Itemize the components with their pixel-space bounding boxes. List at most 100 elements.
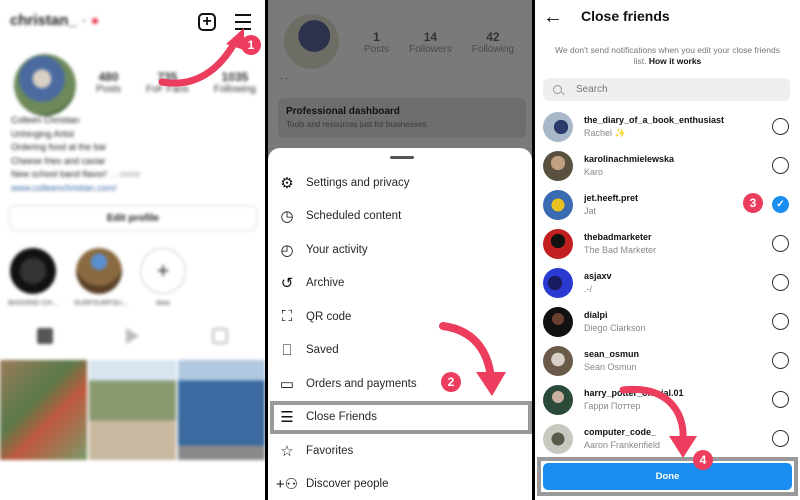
select-radio[interactable] bbox=[772, 235, 789, 252]
clock-icon: ◷ bbox=[280, 208, 294, 225]
friend-row[interactable]: sean_osmun Sean Osmun bbox=[535, 341, 800, 380]
profile-avatar[interactable] bbox=[14, 54, 76, 116]
checked-radio[interactable]: ✓ bbox=[772, 196, 789, 213]
friend-name: Jat bbox=[584, 206, 597, 216]
menu-item-label: Orders and payments bbox=[306, 377, 417, 390]
story-highlight[interactable]: BASHING CH... bbox=[8, 248, 58, 307]
friend-row[interactable]: harry_potter_official.01 Гарри Поттер bbox=[535, 380, 800, 419]
stat-posts[interactable]: 480 Posts bbox=[96, 70, 121, 95]
avatar bbox=[543, 228, 573, 259]
chevron-down-icon[interactable]: ⌄ bbox=[80, 14, 88, 25]
qr-code-icon: ⛶ bbox=[281, 308, 293, 325]
profile-stats: 1 Posts 14 Followers 42 Following bbox=[364, 30, 514, 55]
friend-row[interactable]: computer_code_ Aaron Frankenfield bbox=[535, 419, 800, 458]
search-field[interactable] bbox=[543, 78, 790, 101]
professional-dashboard[interactable]: Professional dashboard Tools and resourc… bbox=[278, 98, 526, 138]
card-icon: ▭ bbox=[279, 375, 295, 393]
avatar bbox=[543, 306, 573, 337]
friend-row[interactable]: thebadmarketer The Bad Marketer bbox=[535, 224, 800, 263]
bio-more-link[interactable]: ... more bbox=[110, 169, 141, 179]
friend-username: asjaxv bbox=[584, 271, 612, 281]
edit-profile-button[interactable]: Edit profile bbox=[9, 205, 257, 231]
avatar bbox=[543, 345, 573, 376]
friend-username: sean_osmun bbox=[584, 349, 640, 359]
stat-followers[interactable]: 735 FoF Fans bbox=[146, 70, 189, 95]
menu-item-label: Favorites bbox=[306, 444, 354, 457]
post-thumbnail[interactable] bbox=[89, 360, 176, 460]
profile-stats: 480 Posts 735 FoF Fans 1035 Following bbox=[96, 70, 256, 95]
back-arrow-icon[interactable]: ← bbox=[543, 6, 563, 29]
info-note: We don't send notifications when you edi… bbox=[555, 45, 780, 66]
menu-item-your-activity[interactable]: ◴ Your activity bbox=[268, 233, 532, 266]
done-highlight: Done bbox=[537, 457, 798, 496]
friend-name: .-/ bbox=[584, 284, 592, 294]
friend-name: The Bad Marketer bbox=[584, 245, 657, 255]
search-input[interactable] bbox=[576, 84, 756, 95]
friend-name: Diego Clarkson bbox=[584, 323, 646, 333]
menu-item-label: Archive bbox=[306, 277, 345, 289]
menu-item-label: Your activity bbox=[306, 243, 368, 256]
menu-item-label: Discover people bbox=[306, 478, 389, 490]
step-badge: 3 bbox=[743, 193, 763, 213]
friend-username: thebadmarketer bbox=[584, 232, 652, 242]
stat-following[interactable]: 1035 Following bbox=[214, 70, 256, 95]
menu-item-settings-and-privacy[interactable]: ⚙ Settings and privacy bbox=[268, 166, 532, 199]
how-it-works-link[interactable]: How it works bbox=[649, 56, 701, 66]
new-post-icon[interactable]: + bbox=[198, 13, 216, 31]
menu-item-label: Close Friends bbox=[306, 411, 377, 423]
menu-item-archive[interactable]: ↺ Archive bbox=[268, 267, 532, 300]
select-radio[interactable] bbox=[772, 118, 789, 135]
display-name: - - bbox=[280, 74, 288, 83]
new-highlight-button[interactable]: + New bbox=[138, 248, 188, 307]
menu-item-close-friends[interactable]: ☰ Close Friends bbox=[270, 400, 532, 434]
friend-row[interactable]: the_diary_of_a_book_enthusiast Rachel ✨ bbox=[535, 107, 800, 146]
avatar bbox=[543, 267, 573, 298]
bio-link[interactable]: www.colleenchristian.com/ bbox=[11, 182, 140, 196]
profile-tabs bbox=[0, 328, 265, 344]
hamburger-menu-icon[interactable] bbox=[234, 14, 252, 30]
friend-username: the_diary_of_a_book_enthusiast bbox=[584, 114, 725, 125]
menu-item-saved[interactable]: ⎕ Saved bbox=[268, 334, 532, 367]
post-thumbnail[interactable] bbox=[0, 360, 87, 460]
menu-item-orders-and-payments[interactable]: ▭ Orders and payments bbox=[268, 367, 532, 400]
friend-username: karolinachmielewska bbox=[584, 154, 675, 164]
friend-username: computer_code_ bbox=[584, 427, 657, 437]
avatar bbox=[543, 384, 573, 415]
friend-row[interactable]: karolinachmielewska Karo bbox=[535, 146, 800, 185]
friend-row[interactable]: asjaxv .-/ bbox=[535, 263, 800, 302]
select-radio[interactable] bbox=[772, 391, 789, 408]
profile-bio: Colleen Christian Unhinging Artist Order… bbox=[11, 114, 140, 195]
select-radio[interactable] bbox=[772, 313, 789, 330]
avatar bbox=[543, 423, 573, 454]
menu-item-qr-code[interactable]: ⛶ QR code bbox=[268, 300, 532, 333]
friend-row[interactable]: dialpi Diego Clarkson bbox=[535, 302, 800, 341]
menu-item-label: Saved bbox=[306, 344, 339, 356]
done-button[interactable]: Done bbox=[543, 463, 792, 490]
friend-name: Rachel ✨ bbox=[584, 127, 626, 138]
bookmark-icon: ⎕ bbox=[282, 341, 292, 359]
menu-item-scheduled-content[interactable]: ◷ Scheduled content bbox=[268, 200, 532, 233]
menu-screen: 1 Posts 14 Followers 42 Following - - Profe… bbox=[268, 0, 532, 500]
friend-name: Гарри Поттер bbox=[584, 401, 641, 411]
archive-icon: ↺ bbox=[280, 275, 294, 292]
reels-icon[interactable] bbox=[125, 328, 139, 344]
menu-item-discover-people[interactable]: +⚇ Discover people bbox=[268, 468, 532, 500]
select-radio[interactable] bbox=[772, 430, 789, 447]
select-radio[interactable] bbox=[772, 352, 789, 369]
page-title: Close friends bbox=[581, 8, 670, 24]
activity-icon: ◴ bbox=[280, 241, 294, 259]
menu-item-favorites[interactable]: ☆ Favorites bbox=[268, 434, 532, 467]
drag-handle[interactable] bbox=[390, 156, 414, 159]
add-person-icon: +⚇ bbox=[275, 476, 299, 493]
menu-sheet: ⚙ Settings and privacy ◷ Scheduled conten… bbox=[268, 148, 532, 500]
profile-avatar bbox=[284, 14, 339, 69]
tagged-icon[interactable] bbox=[212, 328, 229, 344]
select-radio[interactable] bbox=[772, 157, 789, 174]
step-badge: 4 bbox=[693, 450, 713, 470]
story-highlight[interactable]: SURFSURFSU... bbox=[74, 248, 128, 307]
select-radio[interactable] bbox=[772, 274, 789, 291]
friend-username: jet.heeft.pret bbox=[584, 193, 639, 203]
notification-dot bbox=[92, 18, 98, 24]
post-thumbnail[interactable] bbox=[178, 360, 265, 460]
grid-icon[interactable] bbox=[36, 328, 53, 344]
